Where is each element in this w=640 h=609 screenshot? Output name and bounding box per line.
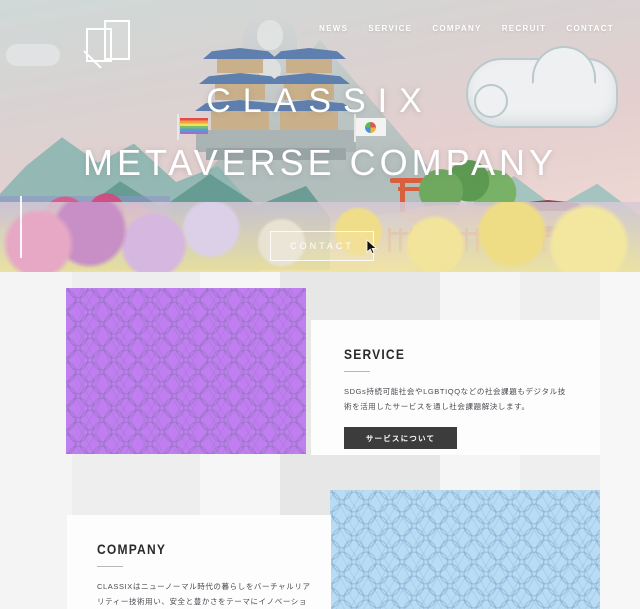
hero-section: NEWS SERVICE COMPANY RECRUIT CONTACT CLA… [0,0,640,272]
nav-item-news[interactable]: NEWS [319,24,348,33]
service-card-inner: SERVICE SDGs持続可能社会やLGBTIQQなどの社会課題もデジタル技術… [344,346,569,449]
nav-item-contact[interactable]: CONTACT [566,24,614,33]
service-card: SERVICE SDGs持続可能社会やLGBTIQQなどの社会課題もデジタル技術… [311,320,600,455]
service-divider [344,371,370,372]
pagoda-body-top [286,59,332,73]
main-navigation[interactable]: NEWS SERVICE COMPANY RECRUIT CONTACT [319,24,614,33]
company-divider [97,566,123,567]
company-card: COMPANY CLASSIXはニューノーマル時代の暮らしをバーチャルリアリティ… [67,515,331,609]
main-content: SERVICE SDGs持続可能社会やLGBTIQQなどの社会課題もデジタル技術… [0,272,640,609]
pagoda-roof-top [203,48,277,59]
service-pattern-image [66,288,306,454]
service-detail-button[interactable]: サービスについて [344,427,457,449]
service-description: SDGs持続可能社会やLGBTIQQなどの社会課題もデジタル技術を活用したサービ… [344,387,566,411]
company-card-inner: COMPANY CLASSIXはニューノーマル時代の暮らしをバーチャルリアリティ… [97,541,312,609]
hero-subtitle: METAVERSE COMPANY [82,142,558,183]
company-heading: COMPANY [97,541,167,557]
mouse-cursor-icon [366,239,378,255]
company-pattern-image [330,490,600,609]
service-heading: SERVICE [344,346,406,362]
scroll-indicator-line [20,196,22,258]
pagoda-roof-top [272,48,346,59]
nav-item-recruit[interactable]: RECRUIT [502,24,547,33]
hero-contact-button[interactable]: CONTACT [270,231,374,261]
classix-logo[interactable] [83,20,136,69]
small-cloud-illustration [6,44,60,66]
hero-title: CLASSIX [206,82,434,120]
nav-item-company[interactable]: COMPANY [432,24,481,33]
nav-item-service[interactable]: SERVICE [368,24,412,33]
company-description: CLASSIXはニューノーマル時代の暮らしをバーチャルリアリティー技術用い、安全… [97,582,311,606]
pagoda-body-top [217,59,263,73]
